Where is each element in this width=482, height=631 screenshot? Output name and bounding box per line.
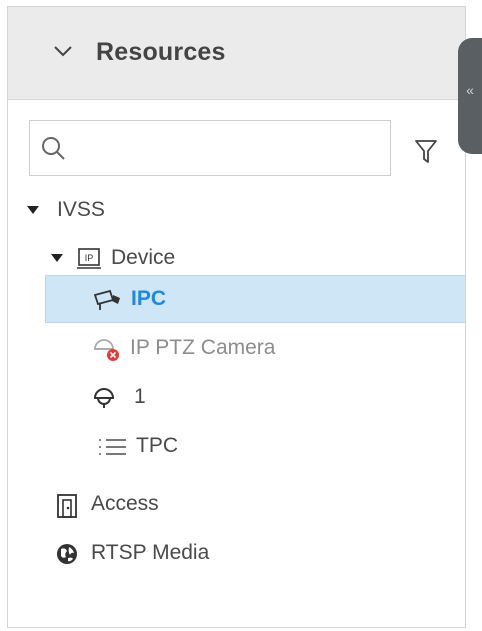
door-icon	[55, 493, 79, 524]
expand-triangle-icon[interactable]	[51, 254, 63, 262]
ptz-camera-offline-icon	[92, 337, 122, 368]
chevron-down-icon[interactable]	[52, 43, 74, 64]
tree-node-tpc[interactable]: TPC	[8, 423, 465, 471]
tree-node-label: Device	[111, 246, 176, 269]
tree-node-label: Access	[91, 492, 159, 515]
tree-node-label: IP PTZ Camera	[130, 336, 276, 359]
globe-icon	[55, 542, 79, 571]
tree-node-ivss[interactable]: IVSS	[8, 187, 465, 235]
tree-node-label: IPC	[131, 287, 167, 310]
expand-triangle-icon[interactable]	[27, 206, 39, 214]
bullet-camera-icon	[92, 288, 124, 317]
tree-node-ip-ptz-camera[interactable]: IP PTZ Camera	[8, 325, 465, 373]
tree-node-label: 1	[134, 385, 146, 408]
search-icon	[40, 135, 68, 168]
filter-icon[interactable]	[414, 139, 438, 170]
resources-panel: Resources IVSS IP Device IPC IP PTZ Came…	[7, 6, 466, 628]
tree-node-label: RTSP Media	[91, 541, 210, 564]
tree-node-ipc[interactable]: IPC	[45, 275, 465, 323]
tree-node-rtsp-media[interactable]: RTSP Media	[8, 530, 465, 578]
tree-node-label: TPC	[136, 434, 178, 457]
resources-header[interactable]: Resources	[8, 7, 465, 100]
double-chevron-left-icon: «	[466, 82, 474, 98]
list-icon	[98, 435, 128, 464]
tree-node-access[interactable]: Access	[8, 481, 465, 529]
dome-camera-icon	[92, 386, 118, 417]
collapse-panel-tab[interactable]: «	[458, 38, 482, 154]
device-icon: IP	[76, 247, 102, 276]
panel-title: Resources	[96, 38, 226, 66]
tree-node-label: IVSS	[57, 198, 105, 221]
search-input[interactable]	[29, 120, 391, 176]
tree-node-1[interactable]: 1	[8, 374, 465, 422]
svg-text:IP: IP	[85, 253, 94, 263]
